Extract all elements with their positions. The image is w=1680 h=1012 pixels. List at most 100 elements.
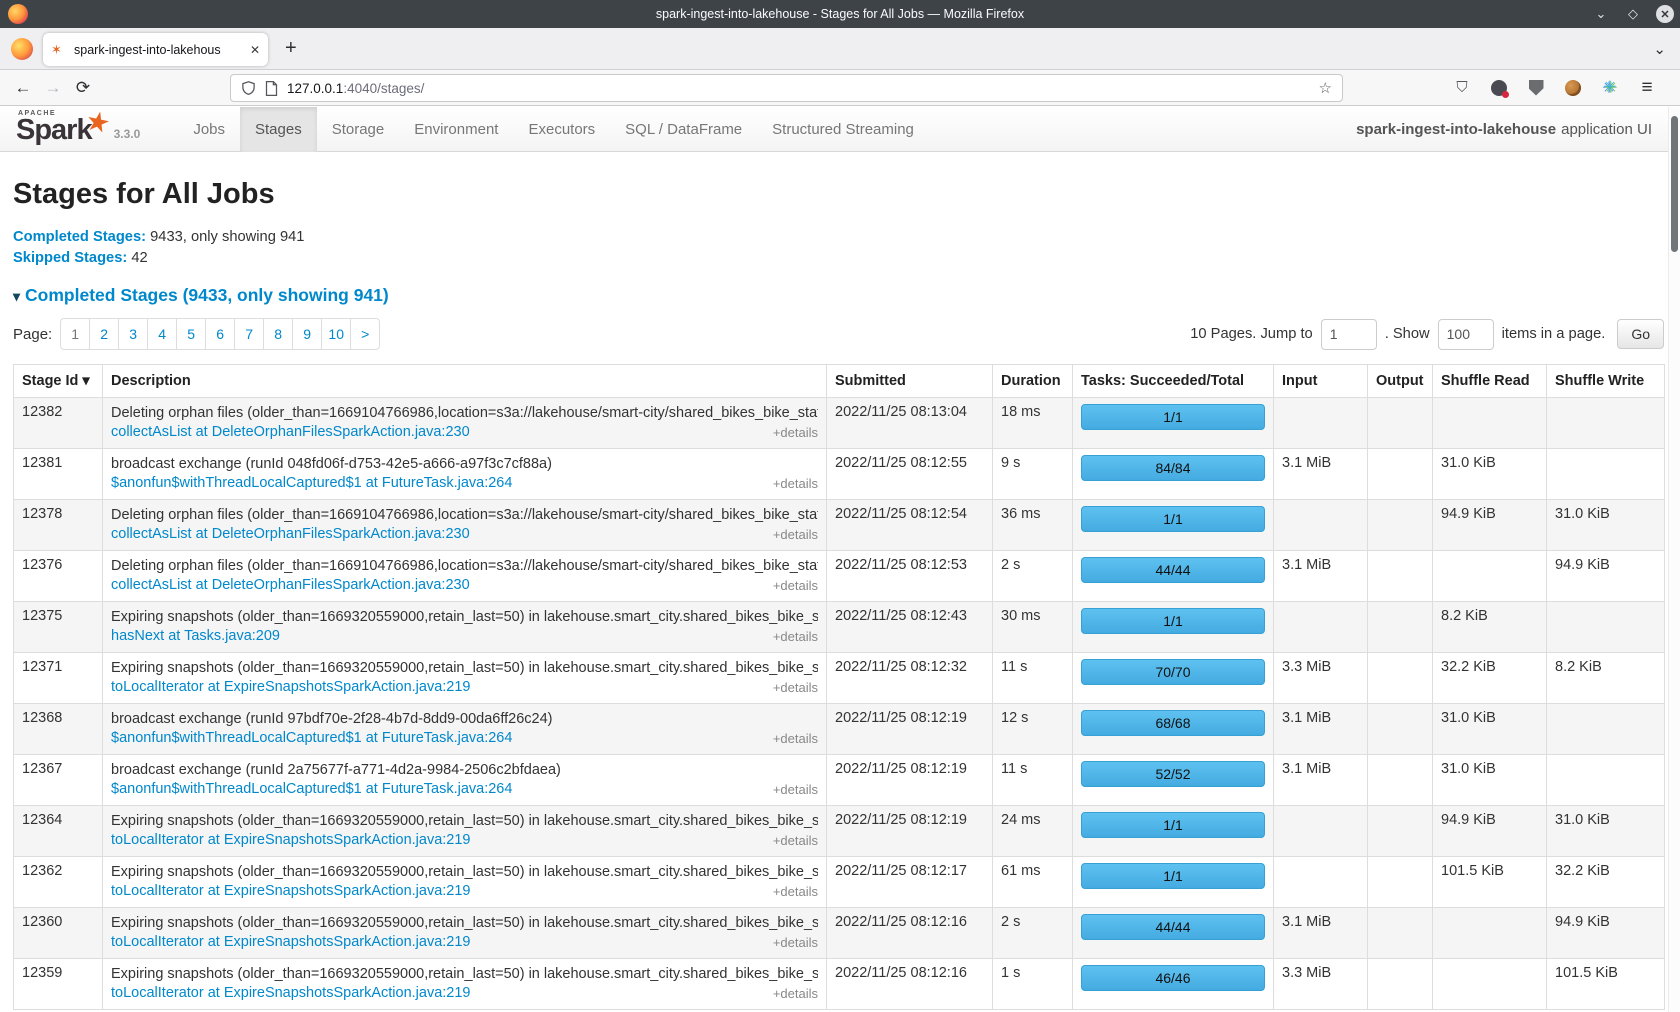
list-all-tabs-icon[interactable]: ⌄ bbox=[1653, 40, 1666, 58]
details-toggle[interactable]: +details bbox=[773, 729, 818, 748]
details-toggle[interactable]: +details bbox=[773, 576, 818, 595]
spark-nav-structured-streaming[interactable]: Structured Streaming bbox=[757, 107, 929, 152]
url-text[interactable]: 127.0.0.1:4040/stages/ bbox=[287, 81, 1319, 96]
page-button-9[interactable]: 9 bbox=[292, 318, 322, 350]
stage-submitted: 2022/11/25 08:12:55 bbox=[827, 449, 993, 500]
column-header-output[interactable]: Output bbox=[1368, 365, 1433, 398]
page-button-10[interactable]: 10 bbox=[321, 318, 351, 350]
container-mask-extension-icon[interactable] bbox=[1490, 79, 1508, 97]
stage-description-cell: Expiring snapshots (older_than=166932055… bbox=[103, 959, 827, 1010]
back-button[interactable]: ← bbox=[8, 78, 38, 98]
spark-nav-environment[interactable]: Environment bbox=[399, 107, 513, 152]
stage-tasks-cell: 44/44 bbox=[1073, 551, 1274, 602]
details-toggle[interactable]: +details bbox=[773, 678, 818, 697]
stage-detail-link[interactable]: toLocalIterator at ExpireSnapshotsSparkA… bbox=[111, 832, 471, 848]
cookie-extension-icon[interactable] bbox=[1564, 79, 1582, 97]
reload-button[interactable]: ⟳ bbox=[68, 78, 98, 98]
tracking-shield-icon[interactable] bbox=[241, 80, 256, 96]
stage-duration: 30 ms bbox=[993, 602, 1073, 653]
page-info-icon[interactable] bbox=[265, 81, 278, 96]
details-toggle[interactable]: +details bbox=[773, 933, 818, 952]
stage-shuffle-write: 32.2 KiB bbox=[1547, 857, 1665, 908]
ublock-extension-icon[interactable] bbox=[1527, 79, 1545, 97]
page-button-4[interactable]: 4 bbox=[147, 318, 177, 350]
stage-input: 3.1 MiB bbox=[1274, 449, 1368, 500]
details-toggle[interactable]: +details bbox=[773, 831, 818, 850]
stage-detail-link[interactable]: $anonfun$withThreadLocalCaptured$1 at Fu… bbox=[111, 475, 512, 491]
go-button[interactable]: Go bbox=[1617, 319, 1664, 349]
tasks-progress-bar: 84/84 bbox=[1081, 455, 1265, 481]
stage-detail-link[interactable]: toLocalIterator at ExpireSnapshotsSparkA… bbox=[111, 883, 471, 899]
bookmark-star-icon[interactable]: ☆ bbox=[1319, 79, 1332, 97]
stage-detail-link[interactable]: $anonfun$withThreadLocalCaptured$1 at Fu… bbox=[111, 730, 512, 746]
stage-detail-link[interactable]: toLocalIterator at ExpireSnapshotsSparkA… bbox=[111, 679, 471, 695]
page-button-6[interactable]: 6 bbox=[205, 318, 235, 350]
browser-tab[interactable]: ✶ spark-ingest-into-lakehous ✕ bbox=[43, 33, 268, 66]
window-minimize-button[interactable]: ⌄ bbox=[1592, 5, 1610, 23]
completed-stages-section-toggle[interactable]: ▾Completed Stages (9433, only showing 94… bbox=[13, 285, 1664, 306]
stage-detail-link[interactable]: collectAsList at DeleteOrphanFilesSparkA… bbox=[111, 577, 470, 593]
stage-tasks-cell: 1/1 bbox=[1073, 857, 1274, 908]
window-close-button[interactable]: ✕ bbox=[1656, 5, 1674, 23]
spark-logo[interactable]: APACHE Spark★ 3.3.0 bbox=[0, 107, 150, 151]
stage-tasks-cell: 44/44 bbox=[1073, 908, 1274, 959]
spark-nav-storage[interactable]: Storage bbox=[317, 107, 400, 152]
stage-id: 12368 bbox=[14, 704, 103, 755]
spark-nav-jobs[interactable]: Jobs bbox=[178, 107, 240, 152]
spark-nav-stages[interactable]: Stages bbox=[240, 107, 317, 152]
page-button-7[interactable]: 7 bbox=[234, 318, 264, 350]
details-toggle[interactable]: +details bbox=[773, 882, 818, 901]
details-toggle[interactable]: +details bbox=[773, 423, 818, 442]
stage-shuffle-write: 101.5 KiB bbox=[1547, 959, 1665, 1010]
privacy-shield-extension-icon[interactable]: ⛉ bbox=[1453, 79, 1471, 97]
details-toggle[interactable]: +details bbox=[773, 525, 818, 544]
forward-button[interactable]: → bbox=[38, 78, 68, 98]
vertical-scrollbar[interactable] bbox=[1668, 107, 1680, 1012]
page-button-5[interactable]: 5 bbox=[176, 318, 206, 350]
items-per-page-input[interactable] bbox=[1438, 319, 1494, 350]
asterisk-extension-icon[interactable]: ✳ bbox=[1601, 79, 1619, 97]
page-button-1[interactable]: 1 bbox=[60, 318, 90, 350]
details-toggle[interactable]: +details bbox=[773, 474, 818, 493]
column-header-tasks-succeeded-total[interactable]: Tasks: Succeeded/Total bbox=[1073, 365, 1274, 398]
scrollbar-thumb[interactable] bbox=[1671, 116, 1678, 252]
page-button-3[interactable]: 3 bbox=[118, 318, 148, 350]
spark-nav-executors[interactable]: Executors bbox=[513, 107, 610, 152]
column-header-submitted[interactable]: Submitted bbox=[827, 365, 993, 398]
stage-detail-link[interactable]: $anonfun$withThreadLocalCaptured$1 at Fu… bbox=[111, 781, 512, 797]
column-header-stage-id[interactable]: Stage Id ▾ bbox=[14, 365, 103, 398]
stage-input bbox=[1274, 602, 1368, 653]
jump-to-page-input[interactable] bbox=[1321, 319, 1377, 350]
new-tab-button[interactable]: + bbox=[285, 37, 297, 60]
page-button-2[interactable]: 2 bbox=[89, 318, 119, 350]
details-toggle[interactable]: +details bbox=[773, 780, 818, 799]
page-button-8[interactable]: 8 bbox=[263, 318, 293, 350]
page-label: Page: bbox=[13, 326, 52, 343]
details-toggle[interactable]: +details bbox=[773, 984, 818, 1003]
stage-description: Deleting orphan files (older_than=166910… bbox=[111, 506, 818, 525]
url-bar[interactable]: 127.0.0.1:4040/stages/ ☆ bbox=[230, 74, 1343, 102]
column-header-input[interactable]: Input bbox=[1274, 365, 1368, 398]
column-header-shuffle-write[interactable]: Shuffle Write bbox=[1547, 365, 1665, 398]
column-header-description[interactable]: Description bbox=[103, 365, 827, 398]
details-toggle[interactable]: +details bbox=[773, 627, 818, 646]
column-header-shuffle-read[interactable]: Shuffle Read bbox=[1433, 365, 1547, 398]
stage-detail-link[interactable]: collectAsList at DeleteOrphanFilesSparkA… bbox=[111, 424, 470, 440]
stage-shuffle-write: 31.0 KiB bbox=[1547, 806, 1665, 857]
next-page-button[interactable]: > bbox=[350, 318, 380, 350]
stage-tasks-cell: 46/46 bbox=[1073, 959, 1274, 1010]
stage-duration: 24 ms bbox=[993, 806, 1073, 857]
stage-shuffle-read: 8.2 KiB bbox=[1433, 602, 1547, 653]
tab-close-icon[interactable]: ✕ bbox=[250, 43, 260, 57]
stage-row-12382: 12382Deleting orphan files (older_than=1… bbox=[14, 398, 1665, 449]
stage-detail-link[interactable]: hasNext at Tasks.java:209 bbox=[111, 628, 280, 644]
stage-description-cell: Deleting orphan files (older_than=166910… bbox=[103, 551, 827, 602]
stage-detail-link[interactable]: collectAsList at DeleteOrphanFilesSparkA… bbox=[111, 526, 470, 542]
menu-hamburger-icon[interactable]: ≡ bbox=[1638, 79, 1656, 97]
stage-detail-link[interactable]: toLocalIterator at ExpireSnapshotsSparkA… bbox=[111, 934, 471, 950]
spark-nav-sql-dataframe[interactable]: SQL / DataFrame bbox=[610, 107, 757, 152]
column-header-duration[interactable]: Duration bbox=[993, 365, 1073, 398]
stage-detail-link[interactable]: toLocalIterator at ExpireSnapshotsSparkA… bbox=[111, 985, 471, 1001]
skipped-stages-summary: Skipped Stages: 42 bbox=[13, 248, 1664, 269]
window-maximize-button[interactable]: ◇ bbox=[1624, 5, 1642, 23]
